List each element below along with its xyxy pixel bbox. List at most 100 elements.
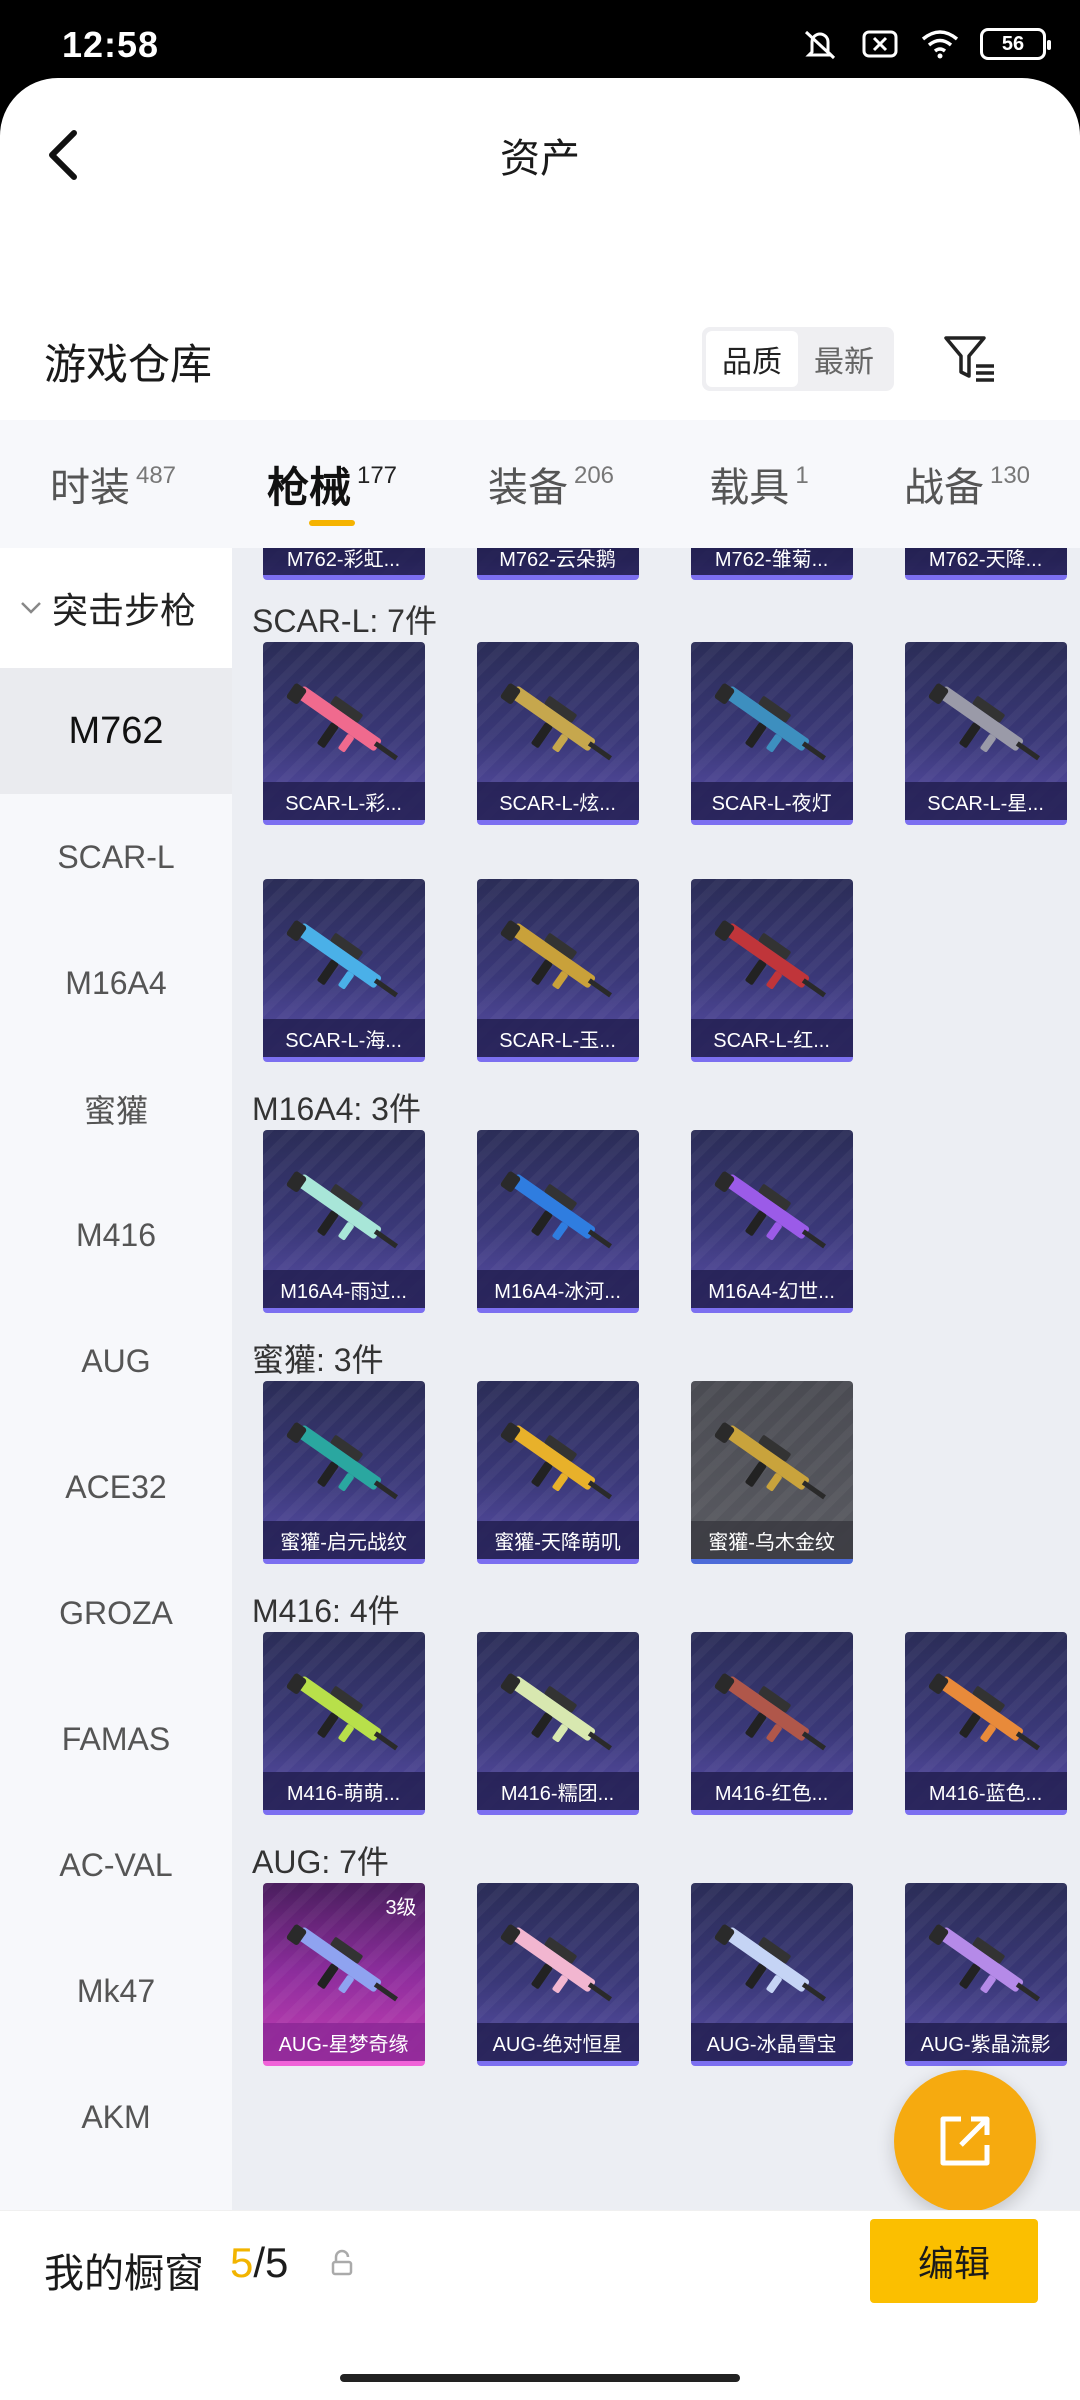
weapon-skin-card[interactable]: 3级 AUG-星梦奇缘 (262, 1883, 425, 2066)
lock-icon (331, 2249, 353, 2276)
share-button[interactable] (894, 2070, 1036, 2212)
tab-fashion[interactable]: 时装 487 (0, 420, 226, 548)
rifle-icon (928, 683, 1040, 761)
weapon-skin-card[interactable]: SCAR-L-夜灯 (690, 642, 853, 825)
weapon-skin-name: M416-红色... (690, 1772, 853, 1810)
rifle-icon (286, 1673, 398, 1751)
weapon-skin-card[interactable]: 蜜獾-乌木金纹 (690, 1381, 853, 1564)
rifle-icon (714, 683, 826, 761)
showcase-count-total: /5 (253, 2239, 289, 2286)
mute-icon (804, 30, 836, 60)
rifle-icon (714, 1422, 826, 1500)
tab-equipment[interactable]: 装备 206 (438, 420, 664, 548)
sidebar-item-m16a4[interactable]: M16A4 (0, 920, 232, 1046)
tab-label: 枪械 (266, 463, 351, 511)
sidebar-item-akm[interactable]: AKM (0, 2054, 232, 2180)
showcase-count-current: 5 (230, 2239, 254, 2286)
weapon-skin-card[interactable]: SCAR-L-彩... (262, 642, 425, 825)
showcase-label: 我的橱窗 (44, 2252, 204, 2296)
battery-level: 56 (1001, 32, 1025, 55)
home-indicator (340, 2374, 740, 2382)
rifle-icon (500, 1924, 612, 2002)
weapon-skin-card[interactable]: M416-糯团... (476, 1632, 639, 1815)
tab-count: 206 (573, 462, 615, 489)
weapon-skin-name: M762-彩虹... (262, 548, 425, 575)
rifle-icon (928, 1924, 1040, 2002)
weapon-skin-name: 蜜獾-天降萌叽 (476, 1521, 639, 1559)
weapon-skin-card[interactable]: SCAR-L-海... (262, 879, 425, 1062)
sidebar-item-ace32[interactable]: ACE32 (0, 1424, 232, 1550)
weapon-skin-card[interactable]: M416-红色... (690, 1632, 853, 1815)
showcase-bar: 我的橱窗 5/5 编辑 (0, 2210, 1080, 2322)
sidebar-item-aug[interactable]: AUG (0, 1298, 232, 1424)
rifle-icon (714, 1171, 826, 1249)
rifle-icon (500, 1171, 612, 1249)
weapon-skin-name: AUG-冰晶雪宝 (690, 2023, 853, 2061)
rifle-icon (500, 1673, 612, 1751)
tab-count: 130 (989, 462, 1031, 489)
sidebar-item-scar-l[interactable]: SCAR-L (0, 794, 232, 920)
weapon-skin-card[interactable]: SCAR-L-炫... (476, 642, 639, 825)
tab-battle-gear[interactable]: 战备 130 (854, 420, 1080, 548)
weapon-skin-card[interactable]: SCAR-L-玉... (476, 879, 639, 1062)
rifle-icon (714, 920, 826, 998)
weapon-skin-card[interactable]: M16A4-雨过... (262, 1130, 425, 1313)
sidebar-item-ac-val[interactable]: AC-VAL (0, 1802, 232, 1928)
sidebar-item-m416[interactable]: M416 (0, 1172, 232, 1298)
weapon-skin-card[interactable]: AUG-绝对恒星 (476, 1883, 639, 2066)
weapon-skin-name: SCAR-L-红... (690, 1019, 853, 1057)
weapon-skin-card[interactable]: AUG-冰晶雪宝 (690, 1883, 853, 2066)
showcase-count: 5/5 (230, 2239, 288, 2287)
weapon-skin-card[interactable]: M762-雏菊... (690, 548, 853, 580)
weapon-skin-card[interactable]: M416-萌萌... (262, 1632, 425, 1815)
category-tabs: 时装 487 枪械 177 装备 206 载具 1 战备 130 (0, 420, 1080, 548)
weapon-skin-card[interactable]: SCAR-L-红... (690, 879, 853, 1062)
sidebar-item-famas[interactable]: FAMAS (0, 1676, 232, 1802)
weapon-skin-card[interactable]: M762-彩虹... (262, 548, 425, 580)
sort-option-quality[interactable]: 品质 (706, 331, 798, 387)
sidebar-item-groza[interactable]: GROZA (0, 1550, 232, 1676)
tab-count: 1 (795, 462, 809, 489)
sidebar-group-label: 突击步枪 (52, 590, 197, 631)
weapon-skin-name: M416-蓝色... (904, 1772, 1067, 1810)
weapon-skin-name: M762-天降... (904, 548, 1067, 575)
sidebar-item-蜜獾[interactable]: 蜜獾 (0, 1046, 232, 1172)
weapon-skin-name: SCAR-L-夜灯 (690, 782, 853, 820)
rifle-icon (286, 683, 398, 761)
warehouse-title: 游戏仓库 (44, 341, 213, 388)
tab-count: 487 (135, 462, 177, 489)
sidebar-item-m762[interactable]: M762 (0, 668, 232, 794)
rifle-icon (714, 1924, 826, 2002)
chevron-down-icon (21, 602, 41, 614)
sort-option-newest[interactable]: 最新 (798, 331, 890, 387)
weapon-skin-card[interactable]: M16A4-幻世... (690, 1130, 853, 1313)
battery-indicator: 56 (980, 28, 1051, 60)
tab-label: 时装 (49, 466, 130, 510)
sidebar-item-mk47[interactable]: Mk47 (0, 1928, 232, 2054)
rifle-icon (286, 1422, 398, 1500)
section-title: M416: 4件 (252, 1593, 400, 1629)
tab-firearms[interactable]: 枪械 177 (226, 420, 438, 548)
weapon-skin-card[interactable]: M762-天降... (904, 548, 1067, 580)
no-sim-icon (862, 30, 898, 58)
weapon-skin-card[interactable]: 蜜獾-启元战纹 (262, 1381, 425, 1564)
assets-sheet: 资产 游戏仓库 品质 最新 时装 487 枪械 177 装备 206 载具 1 (0, 78, 1080, 2400)
weapon-skin-card[interactable]: M416-蓝色... (904, 1632, 1067, 1815)
weapon-skin-card[interactable]: AUG-紫晶流影 (904, 1883, 1067, 2066)
sidebar-group-assault-rifles[interactable]: 突击步枪 (0, 548, 232, 668)
weapon-skin-card[interactable]: 蜜獾-天降萌叽 (476, 1381, 639, 1564)
section-title: AUG: 7件 (252, 1844, 389, 1880)
page-title: 资产 (500, 137, 580, 181)
tab-vehicles[interactable]: 载具 1 (664, 420, 854, 548)
weapon-skin-card[interactable]: M16A4-冰河... (476, 1130, 639, 1313)
tab-label: 载具 (709, 466, 790, 510)
tab-label: 战备 (903, 466, 984, 510)
weapon-skin-card[interactable]: M762-云朵鹅 (476, 548, 639, 580)
status-bar: 12:58 56 (0, 0, 1080, 78)
filter-button[interactable] (940, 330, 1000, 390)
rifle-icon (500, 683, 612, 761)
status-time: 12:58 (62, 24, 160, 65)
weapon-skin-card[interactable]: SCAR-L-星... (904, 642, 1067, 825)
section-title: M16A4: 3件 (252, 1091, 421, 1127)
edit-button[interactable]: 编辑 (870, 2219, 1038, 2303)
